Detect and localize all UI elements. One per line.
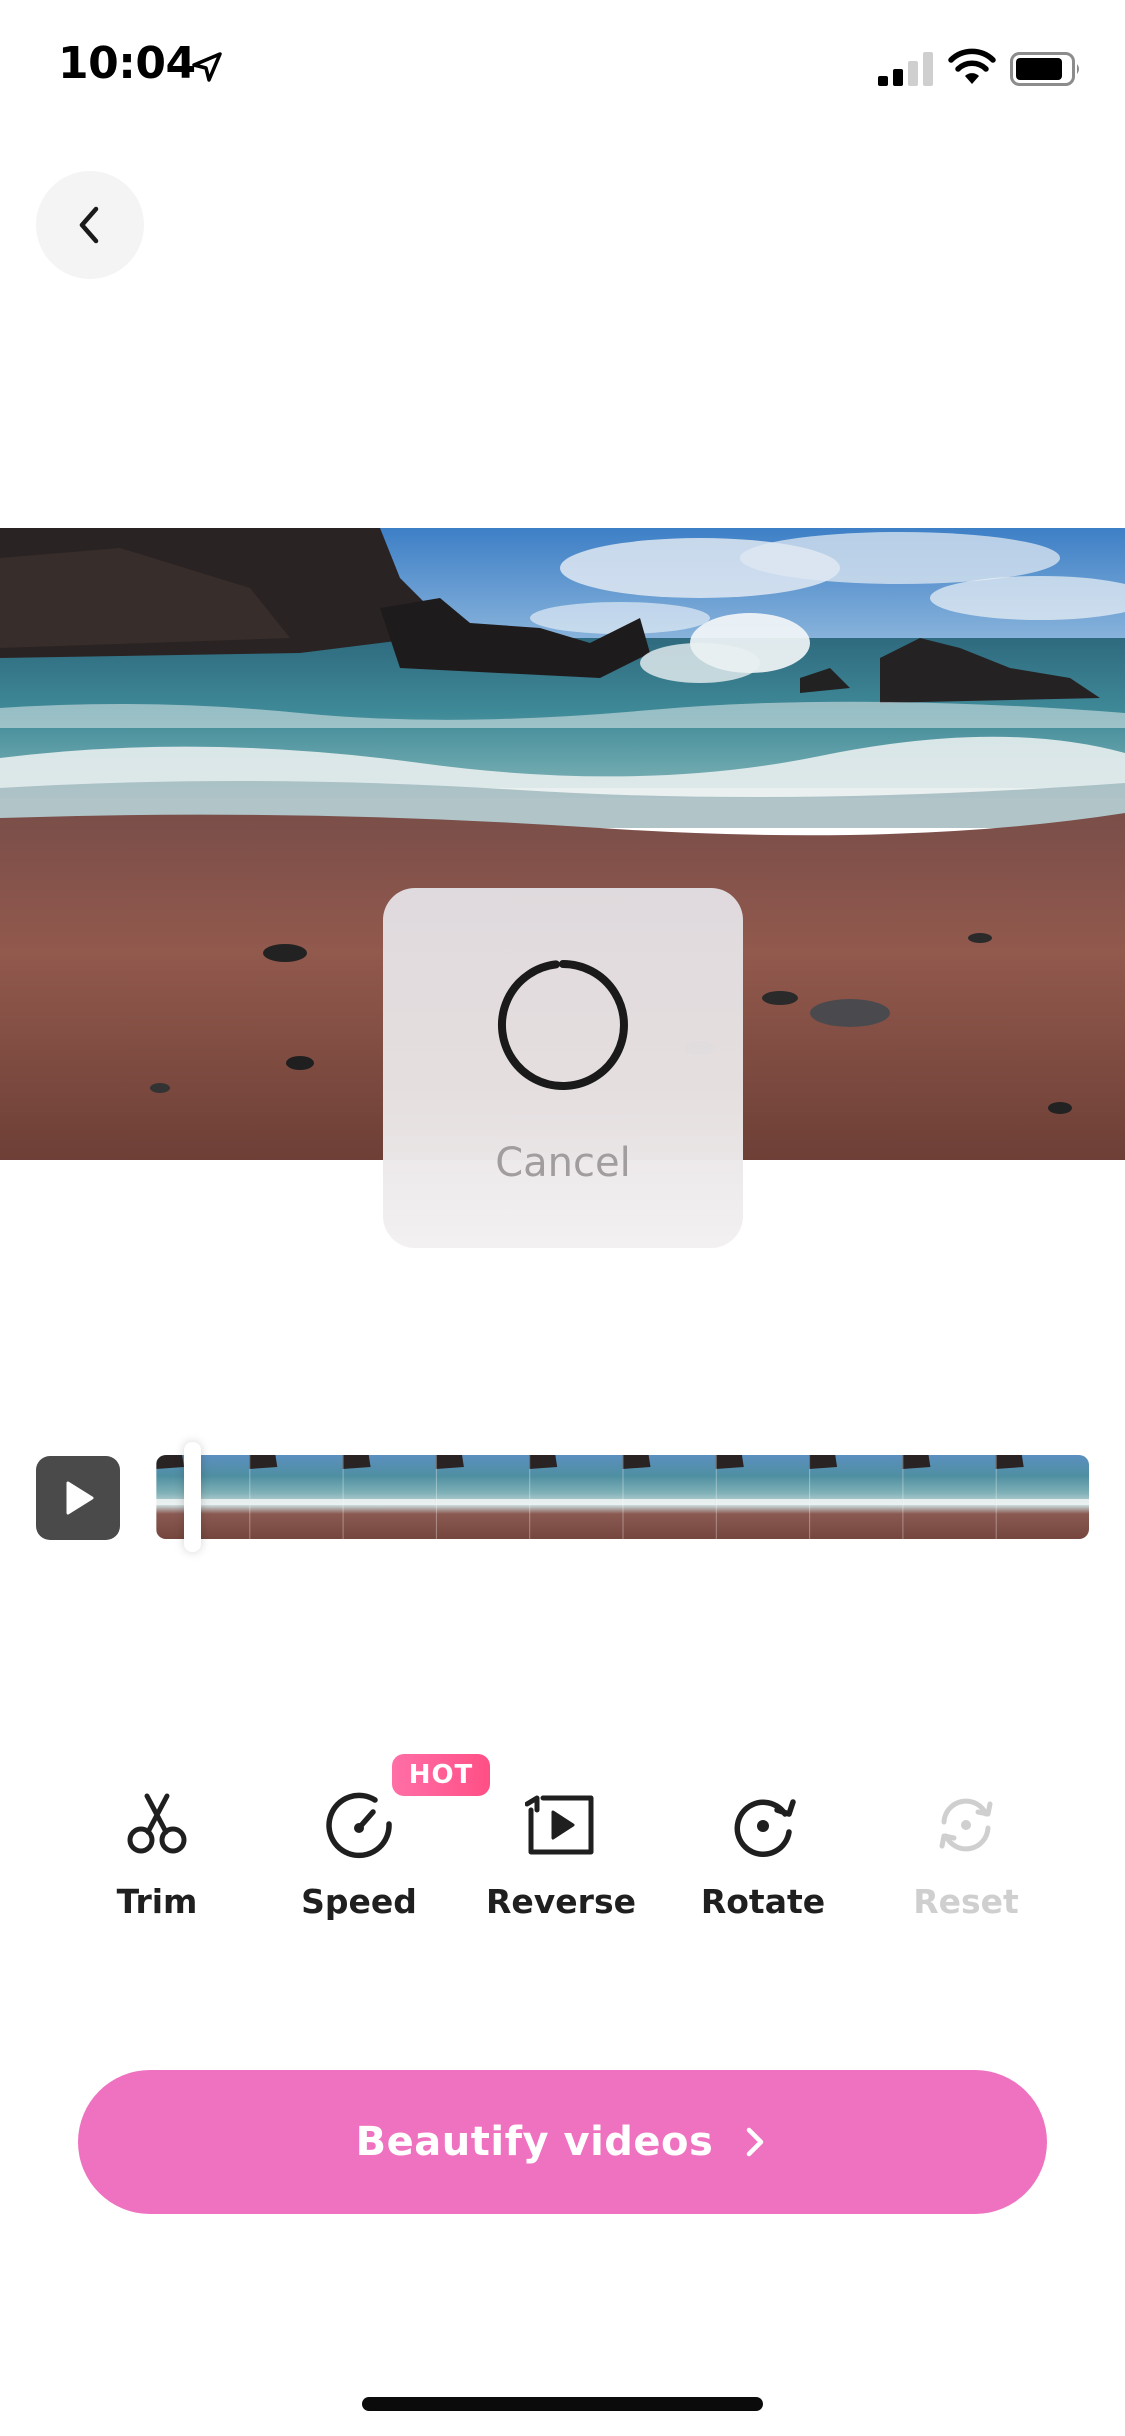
speed-tool-button[interactable]: Speed <box>259 1778 459 1938</box>
rotate-tool-button[interactable]: Rotate <box>663 1778 863 1938</box>
reset-tool-button: Reset <box>866 1778 1066 1938</box>
battery-icon <box>1010 52 1079 86</box>
reverse-play-icon <box>525 1795 594 1855</box>
trim-tool-button[interactable]: Trim <box>57 1778 257 1938</box>
chevron-right-icon <box>747 2127 764 2157</box>
beautify-videos-label: Beautify videos <box>355 2119 714 2165</box>
timeline-frame <box>156 1455 251 1539</box>
speed-tool-label: Speed <box>301 1882 417 1921</box>
chevron-left-icon <box>79 206 99 244</box>
reverse-tool-label: Reverse <box>486 1882 636 1921</box>
rotate-icon <box>734 1799 796 1858</box>
timeline-strip[interactable] <box>156 1455 1089 1539</box>
back-button[interactable] <box>36 171 144 279</box>
play-button[interactable] <box>36 1456 120 1540</box>
loading-spinner-icon <box>498 960 628 1090</box>
reset-icon <box>939 1798 993 1852</box>
timeline-frame <box>342 1455 437 1539</box>
location-arrow-icon <box>192 52 222 82</box>
timeline-frame <box>529 1455 624 1539</box>
cellular-signal-icon <box>878 52 933 86</box>
home-indicator <box>362 2397 763 2411</box>
reset-tool-label: Reset <box>913 1882 1019 1921</box>
timeline-frame <box>902 1455 997 1539</box>
rotate-tool-label: Rotate <box>700 1882 826 1921</box>
timeline-frame <box>435 1455 531 1539</box>
trim-tool-label: Trim <box>116 1882 198 1921</box>
loading-dialog: Cancel <box>383 888 743 1248</box>
timeline-frames <box>156 1455 1089 1539</box>
status-bar: 10:04 <box>0 0 1125 132</box>
play-icon <box>66 1481 94 1515</box>
timeline-frame <box>622 1455 717 1539</box>
speedometer-icon <box>326 1792 392 1859</box>
scissors-icon <box>127 1793 187 1854</box>
timeline-frame <box>809 1455 904 1539</box>
cancel-button[interactable]: Cancel <box>383 1140 743 1186</box>
timeline-frame <box>995 1455 1089 1539</box>
timeline-frame <box>249 1455 344 1539</box>
wifi-icon <box>948 48 996 84</box>
reverse-tool-button[interactable]: Reverse <box>461 1778 661 1938</box>
timeline-playhead[interactable] <box>184 1442 201 1552</box>
beautify-videos-button[interactable]: Beautify videos <box>78 2070 1047 2214</box>
timeline-frame <box>715 1455 811 1539</box>
status-time: 10:04 <box>58 38 196 89</box>
